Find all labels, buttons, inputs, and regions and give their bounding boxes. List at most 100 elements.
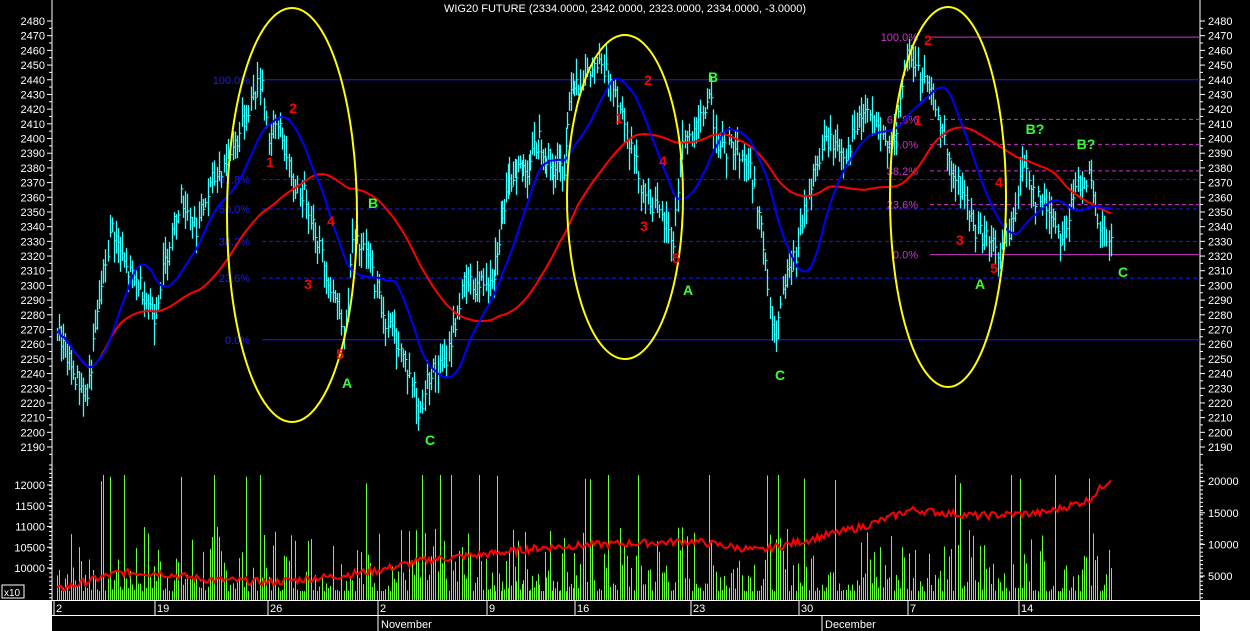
wave-label: A [975, 276, 985, 292]
price-tick-label-right: 2250 [1208, 354, 1232, 366]
price-tick-label-right: 2480 [1208, 16, 1232, 28]
price-tick-label-right: 2290 [1208, 295, 1232, 307]
price-tick-label-left: 2260 [21, 339, 45, 351]
price-tick-label-right: 2210 [1208, 413, 1232, 425]
price-tick-label-right: 2270 [1208, 324, 1232, 336]
price-tick-label-left: 2440 [21, 75, 45, 87]
wave-label: 1 [914, 112, 922, 128]
volume-tick-label-left: 10000 [14, 563, 45, 575]
wave-label: 5 [990, 260, 998, 276]
price-tick-label-left: 2310 [21, 266, 45, 278]
price-tick-label-left: 2450 [21, 60, 45, 72]
price-tick-label-left: 2380 [21, 163, 45, 175]
wave-label: 1 [615, 110, 623, 126]
volume-tick-label-right: 10000 [1208, 539, 1239, 551]
price-tick-label-right: 2350 [1208, 207, 1232, 219]
wave-label: B? [1026, 121, 1045, 137]
date-tick-label: 9 [489, 603, 495, 615]
price-tick-label-left: 2350 [21, 207, 45, 219]
fibonacci-level-label: 61.8% [219, 175, 250, 187]
price-tick-label-right: 2410 [1208, 119, 1232, 131]
wave-label: B [708, 69, 718, 85]
price-tick-label-right: 2310 [1208, 266, 1232, 278]
wave-label: 5 [672, 250, 680, 266]
price-tick-label-right: 2470 [1208, 31, 1232, 43]
wave-label: 2 [644, 72, 652, 88]
month-label: November [381, 619, 432, 631]
wave-label: 3 [640, 218, 648, 234]
wave-label: 5 [336, 346, 344, 362]
fibonacci-level-label: 0.0% [225, 335, 250, 347]
price-tick-label-right: 2460 [1208, 45, 1232, 57]
wave-label: C [1118, 264, 1128, 280]
date-tick-label: 2 [380, 603, 386, 615]
price-tick-label-right: 2200 [1208, 427, 1232, 439]
price-tick-label-right: 2450 [1208, 60, 1232, 72]
price-tick-label-right: 2330 [1208, 236, 1232, 248]
volume-tick-label-left: 12000 [14, 480, 45, 492]
price-tick-label-right: 2370 [1208, 178, 1232, 190]
wave-label: A [342, 375, 352, 391]
price-tick-label-right: 2390 [1208, 148, 1232, 160]
wave-label: C [775, 367, 785, 383]
wave-label: A [683, 282, 693, 298]
fibonacci-level-label: 0.0% [893, 250, 918, 262]
wave-label: 3 [956, 232, 964, 248]
price-tick-label-right: 2240 [1208, 369, 1232, 381]
date-tick-label: 7 [910, 603, 916, 615]
price-tick-label-left: 2340 [21, 222, 45, 234]
price-tick-label-left: 2400 [21, 134, 45, 146]
date-tick-label: 2 [56, 603, 62, 615]
price-tick-label-right: 2360 [1208, 192, 1232, 204]
price-tick-label-left: 2250 [21, 354, 45, 366]
price-tick-label-left: 2270 [21, 324, 45, 336]
price-tick-label-left: 2480 [21, 16, 45, 28]
fast-moving-average-line [56, 77, 1111, 379]
price-tick-label-right: 2280 [1208, 310, 1232, 322]
fibonacci-level-label: 23.6% [887, 200, 918, 212]
price-tick-label-left: 2320 [21, 251, 45, 263]
price-tick-label-left: 2190 [21, 442, 45, 454]
price-tick-label-right: 2300 [1208, 280, 1232, 292]
wave-label: 4 [995, 174, 1003, 190]
price-tick-label-right: 2440 [1208, 75, 1232, 87]
volume-tick-label-left: 10500 [14, 542, 45, 554]
price-tick-label-right: 2320 [1208, 251, 1232, 263]
date-tick-label: 30 [801, 603, 813, 615]
axis-corner-left [0, 600, 52, 631]
wave-label: 4 [659, 153, 667, 169]
price-tick-label-left: 2240 [21, 369, 45, 381]
fibonacci-level-label: 100.0% [881, 32, 919, 44]
price-tick-label-left: 2460 [21, 45, 45, 57]
price-tick-label-right: 2230 [1208, 383, 1232, 395]
price-tick-label-left: 2410 [21, 119, 45, 131]
price-tick-label-left: 2470 [21, 31, 45, 43]
price-tick-label-left: 2420 [21, 104, 45, 116]
volume-tick-label-left: 11000 [15, 522, 45, 534]
price-tick-label-right: 2340 [1208, 222, 1232, 234]
wave-label: 2 [289, 100, 297, 116]
price-tick-label-right: 2380 [1208, 163, 1232, 175]
wave-label: 1 [266, 154, 274, 170]
price-tick-label-left: 2300 [21, 280, 45, 292]
wave-label: 4 [327, 213, 335, 229]
date-tick-label: 16 [577, 603, 589, 615]
date-tick-label: 23 [693, 603, 705, 615]
price-tick-label-right: 2260 [1208, 339, 1232, 351]
date-tick-label: 19 [157, 603, 169, 615]
price-tick-label-left: 2360 [21, 192, 45, 204]
fibonacci-level-label: 23.6% [219, 273, 250, 285]
price-tick-label-right: 2420 [1208, 104, 1232, 116]
price-tick-label-left: 2210 [21, 413, 45, 425]
volume-multiplier-label: x10 [4, 588, 21, 599]
price-tick-label-right: 2430 [1208, 89, 1232, 101]
wave-label: B [368, 195, 378, 211]
price-tick-label-left: 2370 [21, 178, 45, 190]
price-tick-label-left: 2290 [21, 295, 45, 307]
volume-tick-label-right: 20000 [1208, 476, 1239, 488]
wave-label: B? [1077, 136, 1096, 152]
price-tick-label-left: 2280 [21, 310, 45, 322]
fibonacci-level-label: 50.0% [219, 204, 250, 216]
volume-tick-label-left: 11500 [15, 501, 45, 513]
price-volume-chart: 2190 21902200 22002210 22102220 22202230 2230… [0, 0, 1250, 631]
